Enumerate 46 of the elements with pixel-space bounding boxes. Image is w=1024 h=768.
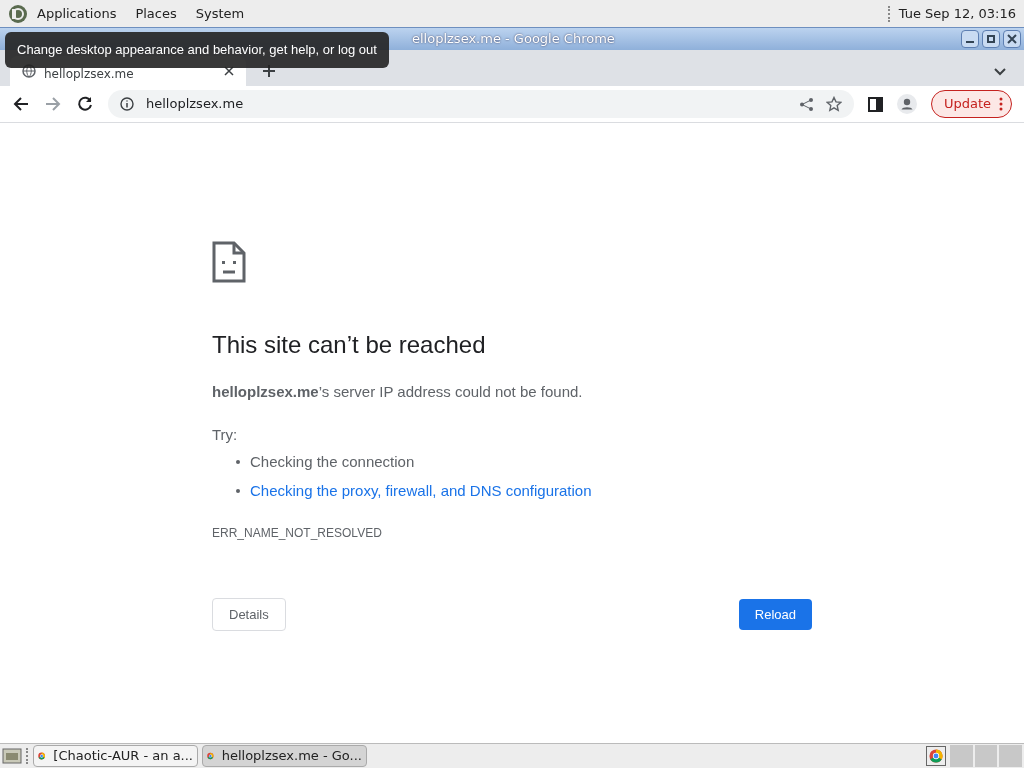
reload-icon[interactable]	[76, 95, 94, 113]
tab-search-icon[interactable]	[994, 68, 1006, 76]
taskbar-button[interactable]: [Chaotic-AUR - an a...	[33, 745, 198, 767]
panel-menu[interactable]: Applications	[37, 3, 117, 24]
tooltip: Change desktop appearance and behavior, get help, or log out	[5, 32, 389, 68]
close-icon	[1007, 34, 1017, 44]
show-desktop-icon[interactable]	[2, 747, 22, 765]
reload-button[interactable]: Reload	[738, 599, 812, 630]
workspace-switcher[interactable]	[950, 745, 1022, 767]
panel-clock[interactable]: Tue Sep 12, 03:16	[898, 3, 1016, 24]
browser-icon	[929, 749, 943, 763]
panel-menu[interactable]: System	[195, 3, 245, 24]
address-bar[interactable]: helloplzsex.me	[108, 90, 854, 118]
star-icon[interactable]	[825, 96, 842, 112]
bullet-icon	[236, 460, 240, 465]
taskbar-label: helloplzsex.me - Go...	[221, 747, 362, 766]
back-icon[interactable]	[12, 95, 30, 113]
taskbar-label: [Chaotic-AUR - an a...	[53, 747, 193, 766]
minimize-button[interactable]	[961, 30, 979, 48]
info-icon[interactable]	[120, 97, 134, 111]
url-text: helloplzsex.me	[146, 95, 245, 114]
error-message: helloplzsex.me’s server IP address could not be found.	[212, 382, 584, 402]
error-code: ERR_NAME_NOT_RESOLVED	[212, 525, 383, 542]
tab-title: helloplzsex.me	[44, 66, 135, 83]
forward-icon[interactable]	[44, 95, 62, 113]
update-button[interactable]: Update	[930, 90, 1012, 118]
maximize-button[interactable]	[982, 30, 1000, 48]
close-icon[interactable]	[224, 66, 234, 76]
panel-handle	[887, 5, 891, 22]
suggestion-text: Checking the connection	[250, 452, 415, 472]
panel-menu[interactable]: Places	[135, 3, 177, 24]
window-title: elloplzsex.me - Google Chrome	[412, 30, 615, 49]
details-button[interactable]: Details	[212, 598, 286, 631]
profile-icon[interactable]	[896, 94, 917, 114]
side-panel-icon[interactable]	[867, 96, 883, 112]
tray-browser-button[interactable]	[926, 746, 946, 766]
close-button[interactable]	[1003, 30, 1021, 48]
menu-logo-icon	[8, 3, 28, 24]
error-heading: This site can’t be reached	[212, 330, 487, 360]
more-icon[interactable]	[999, 97, 1003, 111]
bullet-icon	[236, 488, 240, 493]
share-icon[interactable]	[798, 96, 814, 112]
try-label: Try:	[212, 424, 239, 445]
sad-page-icon	[212, 241, 246, 283]
taskbar-button[interactable]: helloplzsex.me - Go...	[202, 745, 367, 767]
suggestion-link[interactable]: Checking the proxy, firewall, and DNS configuration	[250, 479, 592, 502]
